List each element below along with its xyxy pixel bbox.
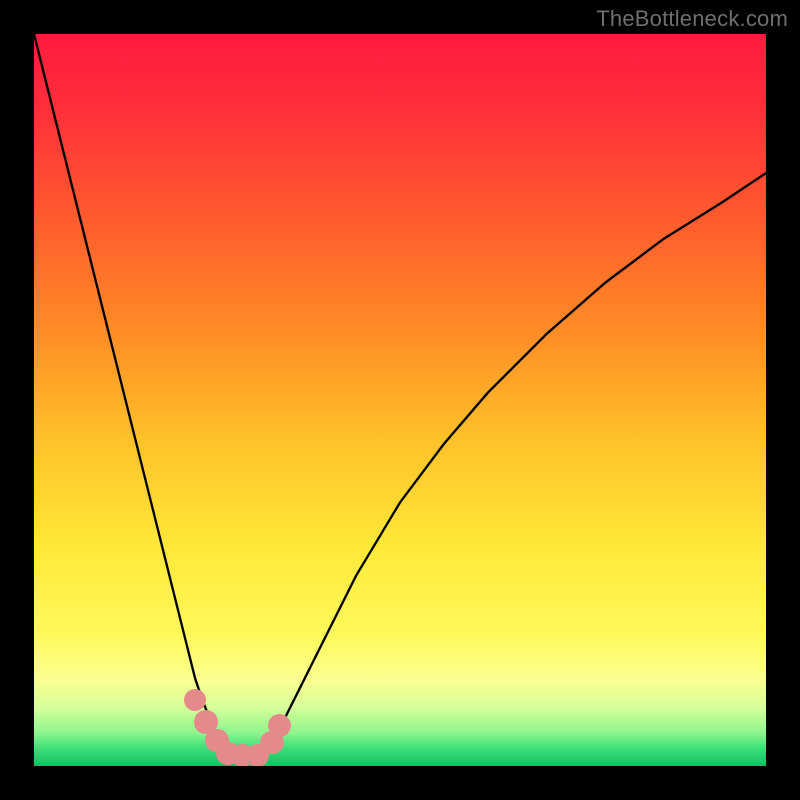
- data-marker: [184, 689, 206, 711]
- curve-layer: [34, 34, 766, 766]
- watermark-text: TheBottleneck.com: [596, 6, 788, 32]
- curve-left: [34, 34, 232, 760]
- chart-frame: TheBottleneck.com: [0, 0, 800, 800]
- plot-area: [34, 34, 766, 766]
- curve-right: [261, 173, 766, 760]
